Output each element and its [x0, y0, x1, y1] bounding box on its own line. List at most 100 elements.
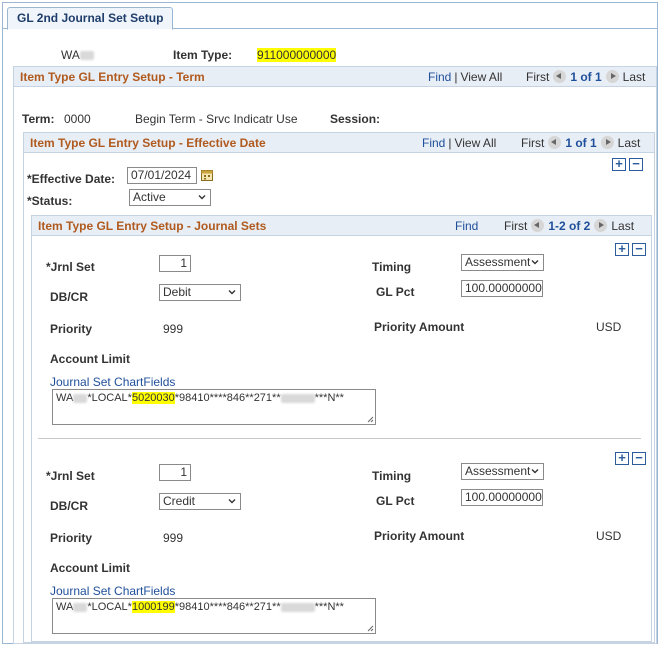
add-row-icon[interactable]: +: [615, 451, 629, 465]
redacted-mark: [79, 51, 94, 61]
effdt-view-all-link[interactable]: View All: [454, 136, 496, 150]
currency-code: USD: [596, 529, 622, 543]
cf-account-highlight: 5020030: [131, 392, 175, 404]
effective-date-section: Item Type GL Entry Setup - Effective Dat…: [23, 132, 655, 643]
redacted-mark: [280, 393, 315, 403]
tab-gl-2nd-journal-set-setup[interactable]: GL 2nd Journal Set Setup: [7, 7, 174, 30]
cf-account-highlight: 1000199: [131, 601, 175, 613]
delete-row-icon[interactable]: −: [629, 157, 643, 171]
institution-value: WA: [61, 48, 94, 62]
row-divider: [38, 438, 641, 439]
redacted-mark: [73, 393, 88, 403]
previous-arrow-icon[interactable]: [548, 136, 562, 149]
timing-label: Timing: [372, 260, 412, 274]
journal-first-link[interactable]: First: [504, 219, 527, 233]
effdt-find-link[interactable]: Find: [422, 136, 445, 150]
journal-set-chartfields-link[interactable]: Journal Set ChartFields: [50, 375, 175, 389]
add-row-icon[interactable]: +: [615, 242, 629, 256]
effective-date-label: *Effective Date:: [27, 172, 116, 186]
cf-prefix: WA: [56, 601, 74, 613]
chartfields-textarea[interactable]: WA *LOCAL*1000199*98410****846**271** ***N…: [52, 598, 376, 634]
dbcr-select[interactable]: Credit: [159, 493, 241, 510]
next-arrow-icon[interactable]: [605, 70, 619, 83]
delete-row-icon[interactable]: −: [632, 242, 646, 256]
timing-label: Timing: [372, 469, 412, 483]
currency-code: USD: [596, 320, 622, 334]
effdt-nav: Find | View All: [422, 136, 496, 150]
resize-grip-icon[interactable]: [366, 415, 374, 423]
effdt-last-link[interactable]: Last: [618, 136, 641, 150]
term-last-link[interactable]: Last: [623, 70, 646, 84]
journal-set-chartfields-link[interactable]: Journal Set ChartFields: [50, 584, 175, 598]
previous-arrow-icon[interactable]: [553, 70, 567, 83]
effdt-row-count: 1 of 1: [565, 136, 597, 150]
jrnl-set-input[interactable]: 1: [159, 464, 191, 481]
effdt-pager: First 1 of 1 Last: [521, 136, 640, 150]
item-type-value: 911000000000: [257, 48, 337, 62]
effective-date-input[interactable]: 07/01/2024: [127, 167, 197, 184]
chartfields-textarea[interactable]: WA *LOCAL*5020030*98410****846**271** ***N…: [52, 389, 376, 425]
journal-pager: First 1-2 of 2 Last: [504, 219, 634, 233]
dbcr-label: DB/CR: [50, 290, 88, 304]
dbcr-select[interactable]: Debit: [159, 284, 241, 301]
redacted-mark: [280, 602, 315, 612]
effdt-section-title: Item Type GL Entry Setup - Effective Dat…: [30, 136, 266, 150]
journal-sets-section: Item Type GL Entry Setup - Journal Sets …: [31, 215, 652, 642]
cf-rest: *98410****846**271**: [174, 392, 281, 404]
term-nav: Find | View All: [428, 70, 502, 84]
term-label: Term:: [22, 112, 55, 126]
term-value: 0000: [64, 112, 91, 126]
next-arrow-icon[interactable]: [600, 136, 614, 149]
term-section-header: Item Type GL Entry Setup - Term Find | Vie…: [14, 67, 656, 87]
term-description: Begin Term - Srvc Indicatr Use: [135, 112, 298, 126]
cf-local: *LOCAL*: [87, 392, 132, 404]
timing-value: Assessment: [465, 464, 531, 478]
journal-section-header: Item Type GL Entry Setup - Journal Sets …: [32, 216, 651, 236]
session-label: Session:: [330, 112, 381, 126]
effdt-first-link[interactable]: First: [521, 136, 544, 150]
item-type-label: Item Type:: [173, 48, 233, 62]
cf-tail: ***N**: [314, 601, 344, 613]
jrnl-set-input[interactable]: 1: [159, 255, 191, 272]
status-value: Active: [133, 190, 166, 204]
priority-amount-label: Priority Amount: [374, 320, 465, 334]
account-limit-label: Account Limit: [50, 561, 130, 575]
calendar-icon[interactable]: [201, 169, 213, 181]
jrnl-set-label: *Jrnl Set: [46, 469, 95, 483]
term-first-link[interactable]: First: [526, 70, 549, 84]
delete-row-icon[interactable]: −: [632, 451, 646, 465]
term-section: Item Type GL Entry Setup - Term Find | Vie…: [13, 66, 657, 644]
chevron-down-icon: [198, 195, 206, 200]
term-section-title: Item Type GL Entry Setup - Term: [20, 70, 205, 84]
timing-select[interactable]: Assessment: [461, 463, 544, 480]
chevron-down-icon: [531, 260, 539, 265]
chevron-down-icon: [228, 290, 236, 295]
timing-value: Assessment: [465, 255, 531, 269]
journal-section-title: Item Type GL Entry Setup - Journal Sets: [38, 219, 267, 233]
resize-grip-icon[interactable]: [366, 624, 374, 632]
term-view-all-link[interactable]: View All: [460, 70, 502, 84]
account-limit-label: Account Limit: [50, 352, 130, 366]
next-arrow-icon[interactable]: [594, 219, 608, 232]
term-row-count: 1 of 1: [570, 70, 602, 84]
chevron-down-icon: [531, 469, 539, 474]
term-find-link[interactable]: Find: [428, 70, 451, 84]
previous-arrow-icon[interactable]: [531, 219, 545, 232]
status-select[interactable]: Active: [129, 189, 211, 206]
journal-nav: Find: [455, 219, 478, 233]
journal-find-link[interactable]: Find: [455, 219, 478, 233]
gl-pct-input[interactable]: 100.00000000: [461, 280, 543, 297]
gl-pct-input[interactable]: 100.00000000: [461, 489, 543, 506]
dbcr-value: Debit: [163, 285, 192, 299]
cf-rest: *98410****846**271**: [174, 601, 281, 613]
redacted-mark: [73, 602, 88, 612]
priority-label: Priority: [50, 322, 93, 336]
timing-select[interactable]: Assessment: [461, 254, 544, 271]
term-pager: First 1 of 1 Last: [526, 70, 645, 84]
journal-last-link[interactable]: Last: [611, 219, 634, 233]
effdt-section-header: Item Type GL Entry Setup - Effective Dat…: [24, 133, 654, 153]
priority-amount-label: Priority Amount: [374, 529, 465, 543]
tab-bar: GL 2nd Journal Set Setup: [3, 3, 657, 30]
dbcr-value: Credit: [163, 494, 196, 508]
add-row-icon[interactable]: +: [612, 157, 626, 171]
